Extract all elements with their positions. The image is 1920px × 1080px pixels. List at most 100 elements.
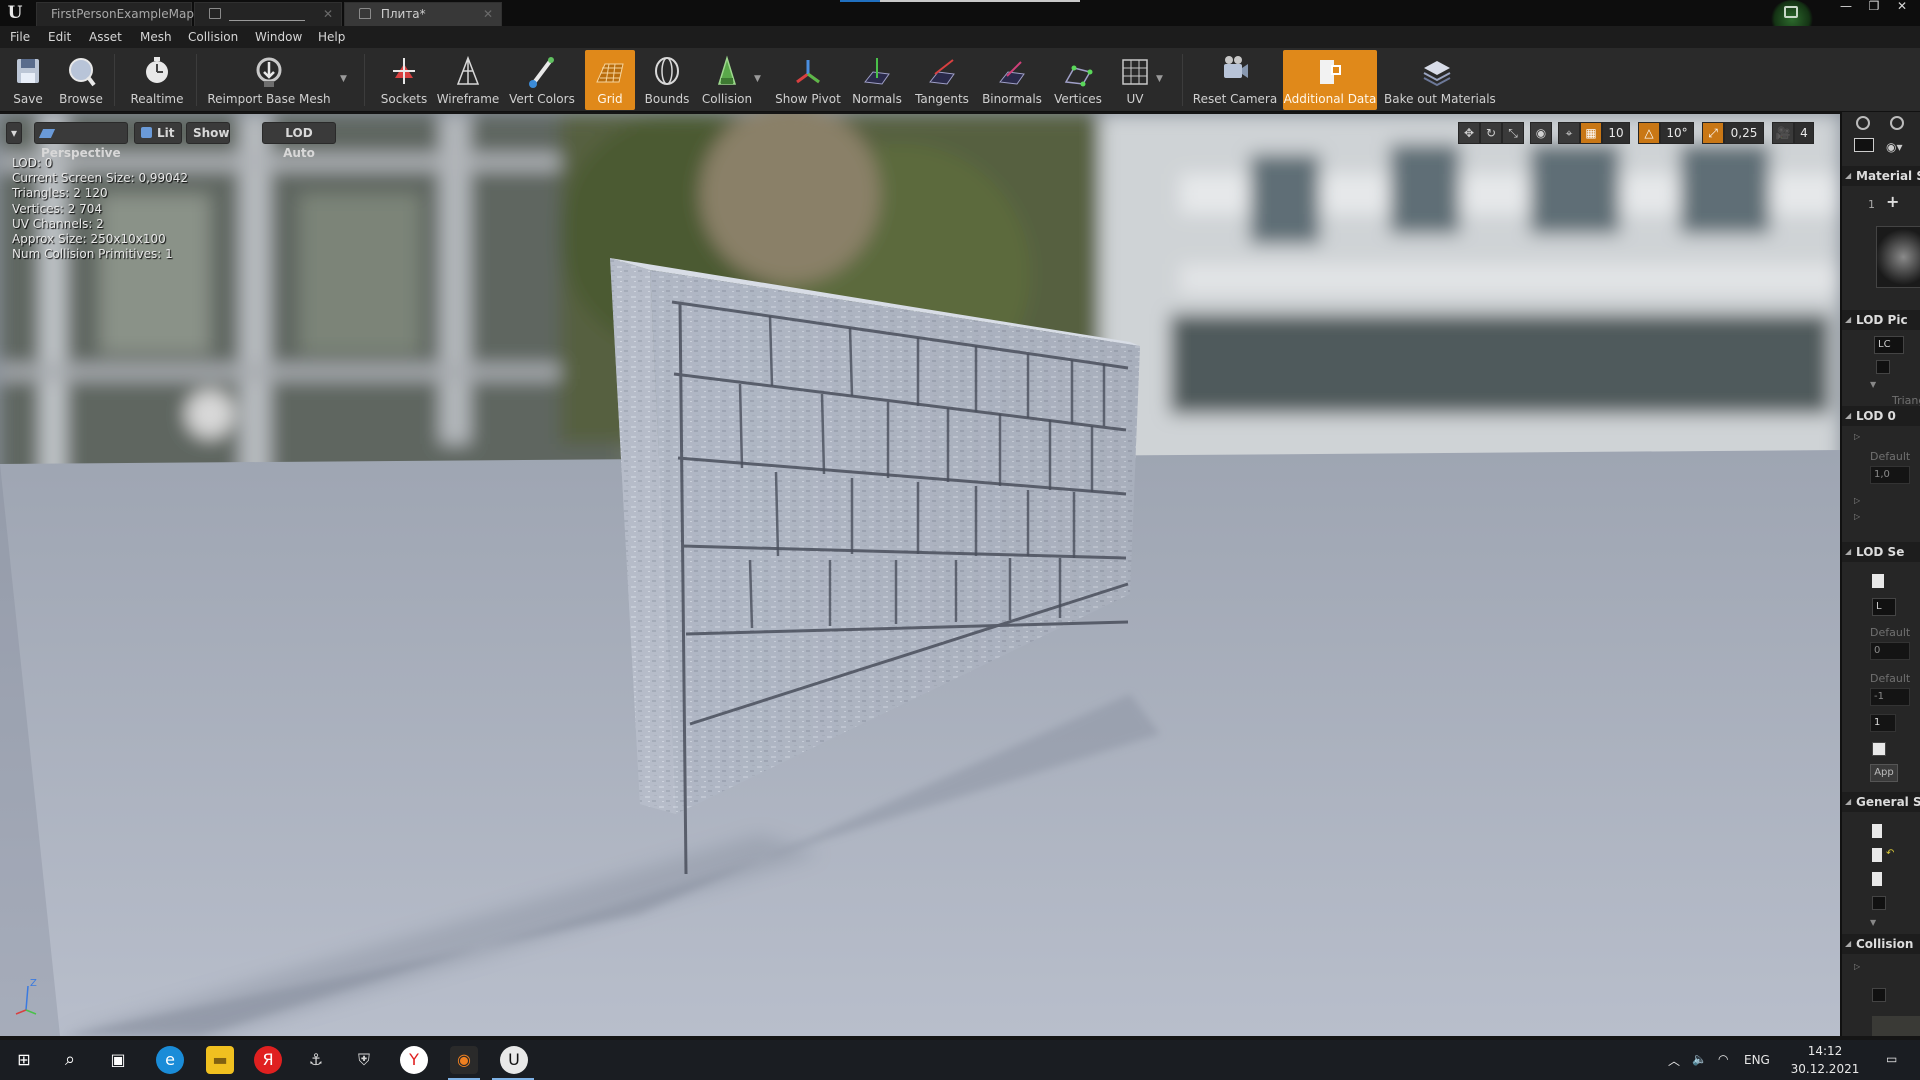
surface-snap-icon[interactable]: ⌖ — [1558, 122, 1580, 144]
expand-arrow-icon[interactable]: ▷ — [1854, 432, 1860, 441]
expand-arrow-icon[interactable]: ▷ — [1854, 496, 1860, 505]
section-collision[interactable]: Collision — [1842, 934, 1920, 954]
realtime-button[interactable]: Realtime — [126, 50, 188, 110]
viewport-options-dropdown[interactable]: ▾ — [6, 122, 22, 144]
scale-icon[interactable]: ⤡ — [1502, 122, 1524, 144]
bounds-button[interactable]: Bounds — [640, 50, 694, 110]
collision-field[interactable] — [1872, 1016, 1920, 1036]
tab-level-map[interactable]: FirstPersonExampleMap* — [36, 2, 200, 26]
camera-speed-value[interactable]: 4 — [1794, 122, 1814, 144]
collision-checkbox[interactable] — [1872, 988, 1886, 1002]
world-space-icon[interactable]: ◉ — [1530, 122, 1552, 144]
wifi-icon[interactable]: ◠ — [1718, 1052, 1728, 1066]
additional-data-button[interactable]: Additional Data — [1283, 50, 1377, 110]
lod-auto-button[interactable]: LOD Auto — [262, 122, 336, 160]
menu-file[interactable]: File — [10, 28, 30, 46]
vert-colors-button[interactable]: Vert Colors — [506, 50, 578, 110]
grid-button[interactable]: Grid — [585, 50, 635, 110]
save-button[interactable]: Save — [6, 50, 50, 110]
normals-button[interactable]: Normals — [848, 50, 906, 110]
number-of-lods-field[interactable]: 1 — [1870, 714, 1896, 732]
collision-button[interactable]: Collision — [698, 50, 756, 110]
apply-changes-button[interactable]: App — [1870, 764, 1898, 782]
windows-start-icon[interactable]: ⊞ — [10, 1046, 38, 1074]
max-lod-field[interactable]: -1 — [1870, 688, 1910, 706]
edge-browser-icon[interactable]: e — [156, 1046, 184, 1074]
translate-icon[interactable]: ✥ — [1458, 122, 1480, 144]
reset-camera-button[interactable]: Reset Camera — [1192, 50, 1278, 110]
material-thumbnail[interactable] — [1876, 226, 1920, 288]
collision-dropdown-icon[interactable]: ▼ — [754, 74, 761, 84]
tab-static-mesh[interactable]: Плита* ✕ — [344, 2, 502, 26]
clock-time[interactable]: 14:12 — [1790, 1044, 1860, 1058]
close-icon[interactable]: ✕ — [323, 3, 333, 25]
menu-asset[interactable]: Asset — [89, 28, 122, 46]
clock-date[interactable]: 30.12.2021 — [1784, 1062, 1866, 1076]
restore-button[interactable]: ❐ — [1862, 0, 1886, 14]
section-lod-settings[interactable]: LOD Se — [1842, 542, 1920, 562]
sockets-button[interactable]: Sockets — [376, 50, 432, 110]
tab-blank-asset[interactable]: ✕ — [194, 2, 342, 26]
unreal-logo-icon[interactable]: U — [4, 2, 26, 24]
expand-arrow-icon[interactable]: ▷ — [1854, 962, 1860, 971]
uv-dropdown-icon[interactable]: ▼ — [1156, 74, 1163, 84]
vertices-button[interactable]: Vertices — [1050, 50, 1106, 110]
menu-help[interactable]: Help — [318, 28, 345, 46]
rotation-snap-value[interactable]: 10° — [1660, 122, 1694, 144]
language-indicator[interactable]: ENG — [1744, 1053, 1770, 1067]
mesh-viewport[interactable]: ▾ Perspective Lit Show LOD Auto ✥ ↻ ⤡ ◉ … — [0, 114, 1840, 1036]
min-lod-field[interactable]: 0 — [1870, 642, 1910, 660]
rotation-snap-icon[interactable]: △ — [1638, 122, 1660, 144]
uv-button[interactable]: UV — [1110, 50, 1160, 110]
menu-mesh[interactable]: Mesh — [140, 28, 172, 46]
task-view-icon[interactable]: ▣ — [104, 1046, 132, 1074]
wireframe-button[interactable]: Wireframe — [436, 50, 500, 110]
lod0-screen-size-field[interactable]: 1,0 — [1870, 466, 1910, 484]
lod-picker-combo[interactable]: LC — [1874, 336, 1904, 354]
scale-snap-icon[interactable]: ⤢ — [1702, 122, 1724, 144]
scale-snap-value[interactable]: 0,25 — [1724, 122, 1764, 144]
menu-edit[interactable]: Edit — [48, 28, 71, 46]
search-icon[interactable]: ⌕ — [56, 1046, 84, 1074]
world-of-tanks-icon[interactable]: ⛨ — [350, 1046, 378, 1074]
lod-group-combo[interactable]: L — [1872, 598, 1896, 616]
reset-to-default-icon[interactable]: ↶ — [1886, 848, 1894, 859]
expand-arrow-icon[interactable]: ▼ — [1870, 380, 1876, 389]
browse-button[interactable]: Browse — [54, 50, 108, 110]
rotate-icon[interactable]: ↻ — [1480, 122, 1502, 144]
yandex-browser-icon[interactable]: Y — [400, 1046, 428, 1074]
unreal-engine-icon[interactable]: U — [500, 1046, 528, 1074]
expand-arrow-icon[interactable]: ▷ — [1854, 512, 1860, 521]
tray-overflow-icon[interactable]: ︿ — [1668, 1052, 1680, 1069]
expand-arrow-icon[interactable]: ▼ — [1870, 918, 1876, 927]
general-setting-icon[interactable] — [1872, 848, 1882, 862]
lod-picker-checkbox[interactable] — [1876, 360, 1890, 374]
minimize-button[interactable]: — — [1834, 0, 1858, 14]
lit-mode-button[interactable]: Lit — [134, 122, 182, 144]
general-setting-icon[interactable] — [1872, 872, 1882, 886]
binormals-button[interactable]: Binormals — [976, 50, 1048, 110]
details-eye-icon[interactable]: ◉▾ — [1886, 140, 1903, 154]
tangents-button[interactable]: Tangents — [912, 50, 972, 110]
camera-speed-icon[interactable]: 🎥 — [1772, 122, 1794, 144]
general-checkbox[interactable] — [1872, 896, 1886, 910]
world-of-warships-icon[interactable]: ⚓ — [302, 1046, 330, 1074]
details-view-options-icon[interactable] — [1854, 138, 1874, 152]
close-button[interactable]: ✕ — [1890, 0, 1914, 14]
grid-snap-value[interactable]: 10 — [1602, 122, 1630, 144]
view-mode-perspective[interactable]: Perspective — [34, 122, 128, 160]
section-lod-0[interactable]: LOD 0 — [1842, 406, 1920, 426]
details-search-icon[interactable] — [1856, 116, 1870, 130]
show-flags-button[interactable]: Show — [186, 122, 230, 144]
close-icon[interactable]: ✕ — [483, 3, 493, 25]
reimport-base-mesh-button[interactable]: Reimport Base Mesh — [206, 50, 332, 110]
section-material-slots[interactable]: Material S — [1842, 166, 1920, 186]
blender-icon[interactable]: ◉ — [450, 1046, 478, 1074]
notifications-icon[interactable]: ▭ — [1886, 1052, 1897, 1066]
menu-collision[interactable]: Collision — [188, 28, 238, 46]
general-setting-icon[interactable] — [1872, 824, 1882, 838]
yandex-icon[interactable]: Я — [254, 1046, 282, 1074]
add-material-icon[interactable]: + — [1886, 192, 1899, 211]
details-zoom-icon[interactable] — [1890, 116, 1904, 130]
bake-out-materials-button[interactable]: Bake out Materials — [1384, 50, 1496, 110]
